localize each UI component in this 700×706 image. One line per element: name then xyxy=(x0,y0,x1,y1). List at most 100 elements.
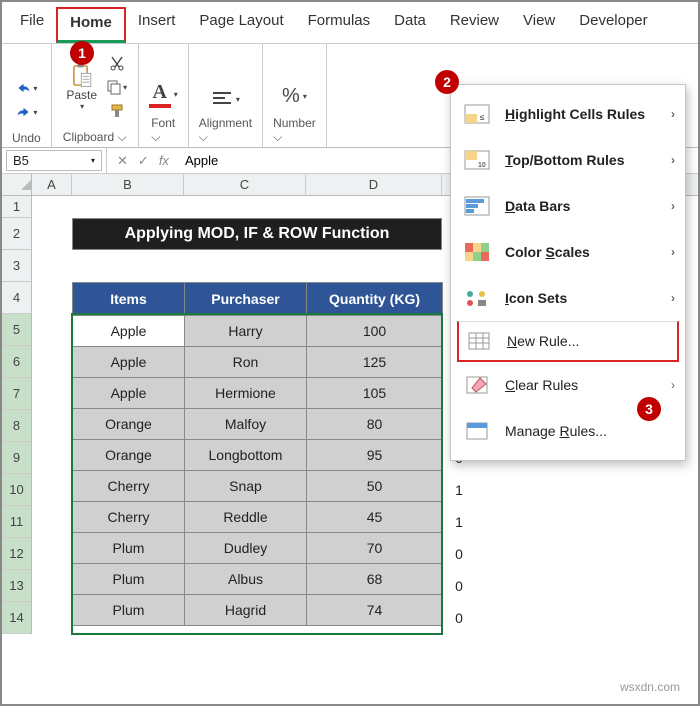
number-percent-icon[interactable]: % xyxy=(282,85,300,108)
cancel-formula-icon[interactable]: ✕ xyxy=(117,153,128,169)
chevron-right-icon: › xyxy=(671,378,675,392)
cell-purchaser[interactable]: Albus xyxy=(185,564,307,595)
tab-page-layout[interactable]: Page Layout xyxy=(187,7,295,43)
menu-top-bottom-rules[interactable]: 10 Top/Bottom Rules › xyxy=(451,137,685,183)
cell-extra[interactable]: 1 xyxy=(444,474,474,506)
cell-purchaser[interactable]: Harry xyxy=(185,316,307,347)
cell-items[interactable]: Apple xyxy=(73,347,185,378)
tab-formulas[interactable]: Formulas xyxy=(296,7,383,43)
font-dropdown-icon[interactable]: ▾ xyxy=(174,90,178,99)
row-header[interactable]: 8 xyxy=(2,410,31,442)
menu-color-scales[interactable]: Color Scales › xyxy=(451,229,685,275)
cell-purchaser[interactable]: Snap xyxy=(185,471,307,502)
column-header-b[interactable]: B xyxy=(72,174,184,195)
header-purchaser[interactable]: Purchaser xyxy=(185,283,307,316)
cell-purchaser[interactable]: Ron xyxy=(185,347,307,378)
menu-data-bars[interactable]: Data Bars › xyxy=(451,183,685,229)
column-header-c[interactable]: C xyxy=(184,174,306,195)
cell-items[interactable]: Plum xyxy=(73,595,185,626)
undo-icon[interactable]: ▾ xyxy=(15,77,37,99)
cell-items[interactable]: Orange xyxy=(73,440,185,471)
cell-quantity[interactable]: 74 xyxy=(307,595,443,626)
cell-quantity[interactable]: 105 xyxy=(307,378,443,409)
cell-purchaser[interactable]: Hermione xyxy=(185,378,307,409)
row-header[interactable]: 9 xyxy=(2,442,31,474)
svg-text:10: 10 xyxy=(478,162,486,169)
cell-extra[interactable]: 0 xyxy=(444,570,474,602)
cell-quantity[interactable]: 95 xyxy=(307,440,443,471)
table-row[interactable]: PlumHagrid74 xyxy=(73,595,443,626)
row-header[interactable]: 2 xyxy=(2,218,31,250)
table-row[interactable]: PlumAlbus68 xyxy=(73,564,443,595)
header-quantity[interactable]: Quantity (KG) xyxy=(307,283,443,316)
cell-quantity[interactable]: 70 xyxy=(307,533,443,564)
row-header[interactable]: 12 xyxy=(2,538,31,570)
cell-purchaser[interactable]: Hagrid xyxy=(185,595,307,626)
row-header[interactable]: 6 xyxy=(2,346,31,378)
column-header-d[interactable]: D xyxy=(306,174,442,195)
table-row[interactable]: CherryReddle45 xyxy=(73,502,443,533)
cell-purchaser[interactable]: Longbottom xyxy=(185,440,307,471)
cell-quantity[interactable]: 100 xyxy=(307,316,443,347)
cell-purchaser[interactable]: Malfoy xyxy=(185,409,307,440)
row-header[interactable]: 10 xyxy=(2,474,31,506)
table-row[interactable]: AppleHarry100 xyxy=(73,316,443,347)
tab-view[interactable]: View xyxy=(511,7,567,43)
cell-extra[interactable]: 0 xyxy=(444,602,474,634)
cell-extra[interactable]: 0 xyxy=(444,538,474,570)
tab-review[interactable]: Review xyxy=(438,7,511,43)
cell-quantity[interactable]: 68 xyxy=(307,564,443,595)
row-header[interactable]: 1 xyxy=(2,196,31,218)
cell-items[interactable]: Plum xyxy=(73,533,185,564)
menu-highlight-cells-rules[interactable]: ≤ Highlight Cells Rules › xyxy=(451,91,685,137)
menu-new-rule[interactable]: New Rule... xyxy=(457,321,679,362)
table-row[interactable]: OrangeLongbottom95 xyxy=(73,440,443,471)
cell-quantity[interactable]: 80 xyxy=(307,409,443,440)
font-letter-icon[interactable]: A xyxy=(152,81,166,104)
cell-items[interactable]: Cherry xyxy=(73,502,185,533)
tab-file[interactable]: File xyxy=(8,7,56,43)
tab-home[interactable]: Home xyxy=(56,7,126,43)
cell-purchaser[interactable]: Dudley xyxy=(185,533,307,564)
cell-items[interactable]: Apple xyxy=(73,378,185,409)
tab-insert[interactable]: Insert xyxy=(126,7,188,43)
name-box[interactable]: B5 ▾ xyxy=(6,150,102,171)
table-row[interactable]: PlumDudley70 xyxy=(73,533,443,564)
header-items[interactable]: Items xyxy=(73,283,185,316)
table-row[interactable]: CherrySnap50 xyxy=(73,471,443,502)
table-row[interactable]: AppleRon125 xyxy=(73,347,443,378)
tab-data[interactable]: Data xyxy=(382,7,438,43)
alignment-icon[interactable] xyxy=(211,90,233,108)
copy-icon[interactable]: ▾ xyxy=(106,76,128,98)
cut-icon[interactable] xyxy=(106,52,128,74)
format-painter-icon[interactable] xyxy=(106,100,128,122)
row-header[interactable]: 3 xyxy=(2,250,31,282)
paste-button[interactable]: Paste ▾ xyxy=(62,63,102,111)
row-header[interactable]: 4 xyxy=(2,282,31,314)
cell-items[interactable]: Cherry xyxy=(73,471,185,502)
cell-items[interactable]: Plum xyxy=(73,564,185,595)
tab-developer[interactable]: Developer xyxy=(567,7,659,43)
cell-extra[interactable]: 1 xyxy=(444,506,474,538)
cell-quantity[interactable]: 125 xyxy=(307,347,443,378)
group-alignment-label: Alignment⌵ xyxy=(199,116,252,145)
cell-items[interactable]: Apple xyxy=(73,316,185,347)
redo-icon[interactable]: ▾ xyxy=(15,101,37,123)
column-header-a[interactable]: A xyxy=(32,174,72,195)
cell-quantity[interactable]: 50 xyxy=(307,471,443,502)
cell-quantity[interactable]: 45 xyxy=(307,502,443,533)
menu-icon-sets[interactable]: Icon Sets › xyxy=(451,275,685,321)
cell-purchaser[interactable]: Reddle xyxy=(185,502,307,533)
select-all-corner[interactable] xyxy=(2,174,32,195)
table-row[interactable]: OrangeMalfoy80 xyxy=(73,409,443,440)
row-header[interactable]: 5 xyxy=(2,314,31,346)
row-header[interactable]: 7 xyxy=(2,378,31,410)
chevron-right-icon: › xyxy=(671,107,675,121)
cell-items[interactable]: Orange xyxy=(73,409,185,440)
row-header[interactable]: 13 xyxy=(2,570,31,602)
accept-formula-icon[interactable]: ✓ xyxy=(138,153,149,169)
row-header[interactable]: 14 xyxy=(2,602,31,634)
row-header[interactable]: 11 xyxy=(2,506,31,538)
table-row[interactable]: AppleHermione105 xyxy=(73,378,443,409)
fx-icon[interactable]: fx xyxy=(159,153,169,169)
